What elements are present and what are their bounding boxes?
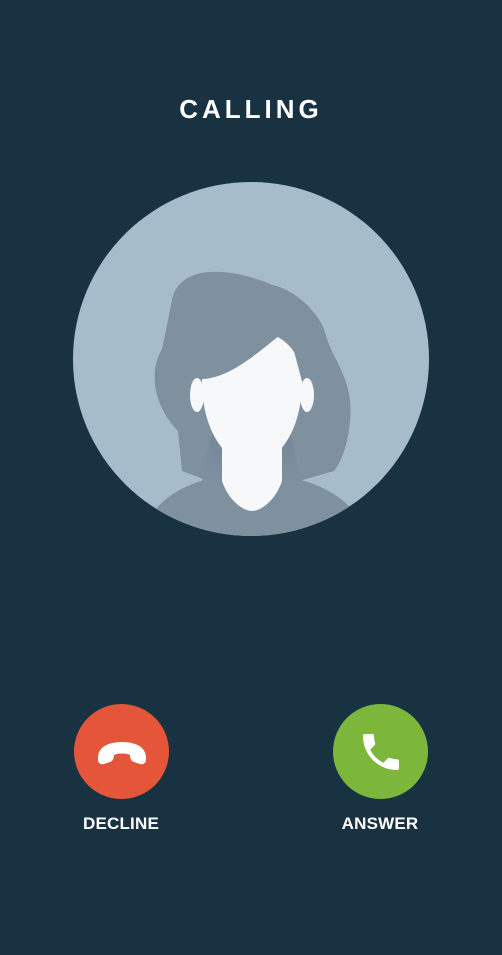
answer-button[interactable]	[333, 704, 428, 799]
decline-button[interactable]	[74, 704, 169, 799]
phone-hangup-icon	[97, 741, 146, 764]
phone-icon	[362, 733, 399, 770]
call-status-title: CALLING	[179, 94, 323, 124]
answer-label: ANSWER	[341, 814, 419, 833]
decline-label: DECLINE	[82, 814, 160, 833]
female-user-placeholder-icon	[73, 182, 429, 536]
caller-avatar	[72, 181, 430, 537]
